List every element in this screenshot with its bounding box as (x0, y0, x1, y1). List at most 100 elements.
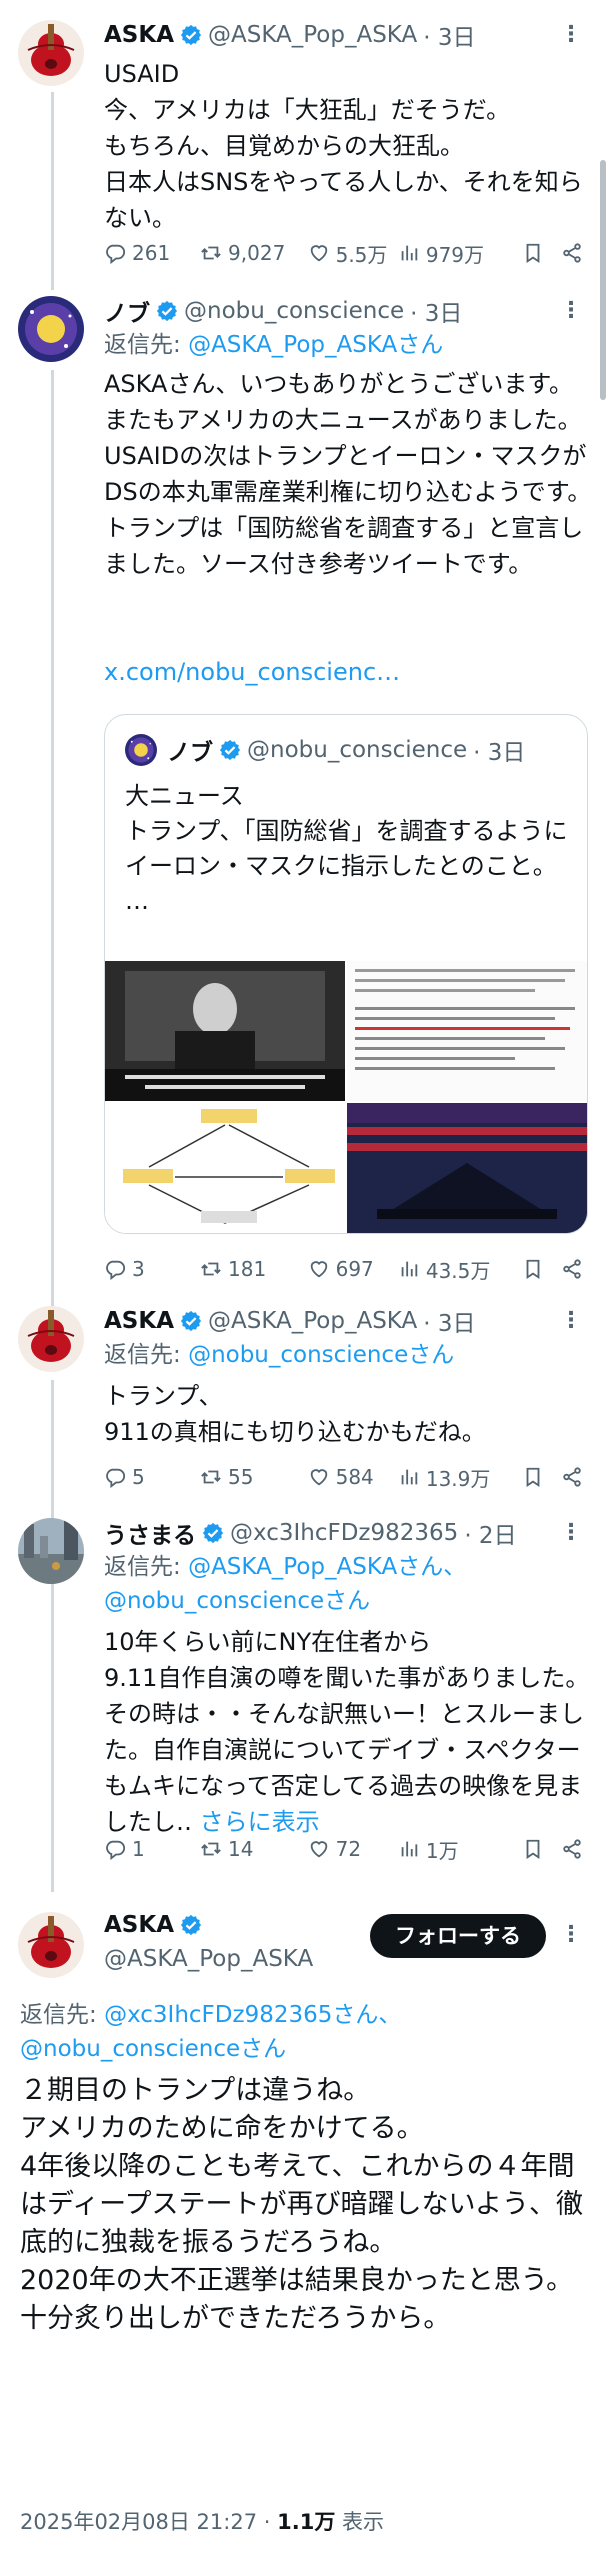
retweet-button[interactable]: 55 (200, 1465, 308, 1489)
display-name[interactable]: ノブ (104, 294, 150, 328)
timestamp[interactable]: · 3日 (423, 18, 475, 52)
handle[interactable]: @xc3IhcFDz982365 (230, 1520, 458, 1546)
views-icon (398, 1258, 420, 1280)
reply-prefix: 返信先: (20, 2002, 97, 2028)
timestamp[interactable]: · 3日 (410, 294, 462, 328)
tweet-header: ノブ @nobu_conscience · 3日 (104, 294, 568, 328)
tweet-header: うさまる @xc3IhcFDz982365 · 2日 (104, 1516, 568, 1550)
replying-to: 返信先: @nobu_conscienceさん (104, 1338, 588, 1372)
avatar[interactable] (18, 1306, 84, 1372)
action-bar: 5 55 584 13.9万 (104, 1460, 588, 1494)
share-icon (561, 242, 583, 264)
share-button[interactable] (555, 1466, 588, 1488)
bookmark-button[interactable] (511, 1838, 555, 1860)
action-bar: 3 181 697 43.5万 (104, 1252, 588, 1286)
tweet[interactable]: ASKA @ASKA_Pop_ASKA · 3日 ⋮ 返信先: @nobu_co… (0, 1300, 608, 1610)
handle[interactable]: @ASKA_Pop_ASKA (104, 1946, 313, 1972)
media-image-1[interactable] (105, 961, 345, 1101)
more-options-icon[interactable]: ⋮ (558, 22, 584, 48)
reply-to-link[interactable]: @ASKA_Pop_ASKAさん、 (188, 1554, 466, 1580)
reply-to-link[interactable]: @ASKA_Pop_ASKAさん (188, 332, 443, 358)
media-image-4[interactable] (347, 1103, 587, 1233)
tweet-header: ASKA @ASKA_Pop_ASKA · 3日 (104, 18, 568, 52)
avatar[interactable] (18, 1518, 84, 1584)
views-button[interactable]: 979万 (398, 239, 511, 268)
avatar[interactable] (18, 1912, 84, 1978)
reply-button[interactable]: 261 (104, 241, 200, 265)
replying-to: 返信先: @xc3IhcFDz982365さん、 @nobu_conscienc… (20, 1998, 588, 2066)
bookmark-button[interactable] (511, 1258, 555, 1280)
reply-button[interactable]: 5 (104, 1465, 200, 1489)
quote-text: 大ニュース トランプ、「国防総省」を調査するようにイーロン・マスクに指示したとの… (125, 782, 568, 915)
tweet[interactable]: うさまる @xc3IhcFDz982365 · 2日 ⋮ 返信先: @ASKA_… (0, 1512, 608, 1892)
retweet-button[interactable]: 9,027 (200, 241, 308, 265)
avatar[interactable] (18, 296, 84, 362)
retweet-button[interactable]: 181 (200, 1257, 308, 1281)
share-button[interactable] (555, 242, 588, 264)
views-count: 13.9万 (425, 1466, 491, 1491)
display-name[interactable]: うさまる (104, 1516, 196, 1550)
more-options-icon[interactable]: ⋮ (558, 1922, 584, 1948)
views-icon (398, 1466, 420, 1488)
verified-badge-icon (180, 1310, 202, 1332)
verified-badge-icon (180, 24, 202, 46)
views-icon (398, 1838, 420, 1860)
like-button[interactable]: 584 (308, 1465, 398, 1489)
timestamp[interactable]: · 2日 (464, 1516, 516, 1550)
reply-to-link[interactable]: @nobu_conscienceさん (188, 1342, 454, 1368)
bookmark-icon (522, 1466, 544, 1488)
timestamp[interactable]: · 3日 (423, 1304, 475, 1338)
views-label: 表示 (342, 2510, 385, 2534)
heart-icon (308, 242, 330, 264)
reply-count: 261 (132, 241, 171, 265)
handle[interactable]: @ASKA_Pop_ASKA (208, 22, 417, 48)
more-options-icon[interactable]: ⋮ (558, 1308, 584, 1334)
reply-to-link[interactable]: @xc3IhcFDz982365さん、 (104, 2002, 401, 2028)
views-button[interactable]: 1万 (398, 1835, 511, 1864)
tweet-text: USAID 今、アメリカは「大狂乱」だそうだ。 もちろん、目覚めからの大狂乱。 … (104, 60, 583, 232)
tweet-text: 10年くらい前にNY在住者から 9.11自作自演の噂を聞いた事がありました。その… (104, 1624, 592, 1840)
like-button[interactable]: 697 (308, 1257, 398, 1281)
display-name[interactable]: ASKA (104, 1308, 174, 1334)
bookmark-button[interactable] (511, 1466, 555, 1488)
thread-line (51, 1592, 54, 1892)
bookmark-button[interactable] (511, 242, 555, 264)
display-name[interactable]: ASKA (104, 22, 174, 48)
share-button[interactable] (555, 1258, 588, 1280)
reply-button[interactable]: 1 (104, 1837, 200, 1861)
like-button[interactable]: 72 (308, 1837, 398, 1861)
more-options-icon[interactable]: ⋮ (558, 1520, 584, 1546)
tweet-link[interactable]: x.com/nobu_conscienc… (104, 654, 592, 690)
display-name[interactable]: ASKA (104, 1912, 174, 1938)
more-options-icon[interactable]: ⋮ (558, 298, 584, 324)
reply-icon (104, 1466, 126, 1488)
action-bar: 261 9,027 5.5万 979万 (104, 236, 588, 270)
media-image-3[interactable] (105, 1103, 345, 1233)
retweet-button[interactable]: 14 (200, 1837, 308, 1861)
reply-count: 3 (132, 1257, 145, 1281)
reply-button[interactable]: 3 (104, 1257, 200, 1281)
tweet-text: トランプ、 911の真相にも切り込むかもだね。 (104, 1382, 486, 1446)
reply-to-link[interactable]: @nobu_conscienceさん (104, 1588, 370, 1614)
views-count: 979万 (425, 242, 485, 267)
quoted-tweet[interactable]: ノブ @nobu_conscience · 3日 大ニュース トランプ、「国防総… (104, 714, 588, 1234)
like-button[interactable]: 5.5万 (308, 239, 398, 268)
tweet[interactable]: ノブ @nobu_conscience · 3日 ⋮ 返信先: @ASKA_Po… (0, 290, 608, 1370)
share-button[interactable] (555, 1838, 588, 1860)
handle[interactable]: @ASKA_Pop_ASKA (208, 1308, 417, 1334)
retweet-icon (200, 1466, 222, 1488)
timestamp[interactable]: 2025年02月08日 21:27 (20, 2510, 257, 2534)
retweet-icon (200, 242, 222, 264)
tweet[interactable]: ASKA @ASKA_Pop_ASKA · 3日 ⋮ USAID 今、アメリカは… (0, 0, 608, 290)
tweet-text: ASKAさん、いつもありがとうございます。またもアメリカの大ニュースがありました… (104, 370, 592, 578)
reply-to-link[interactable]: @nobu_conscienceさん (20, 2036, 286, 2062)
handle[interactable]: @nobu_conscience (184, 298, 404, 324)
follow-button[interactable]: フォローする (370, 1914, 546, 1958)
avatar[interactable] (18, 20, 84, 86)
views-icon (398, 242, 420, 264)
views-button[interactable]: 43.5万 (398, 1255, 511, 1284)
like-count: 72 (335, 1837, 362, 1861)
views-button[interactable]: 13.9万 (398, 1463, 511, 1492)
media-image-2[interactable] (347, 961, 587, 1101)
share-icon (561, 1466, 583, 1488)
